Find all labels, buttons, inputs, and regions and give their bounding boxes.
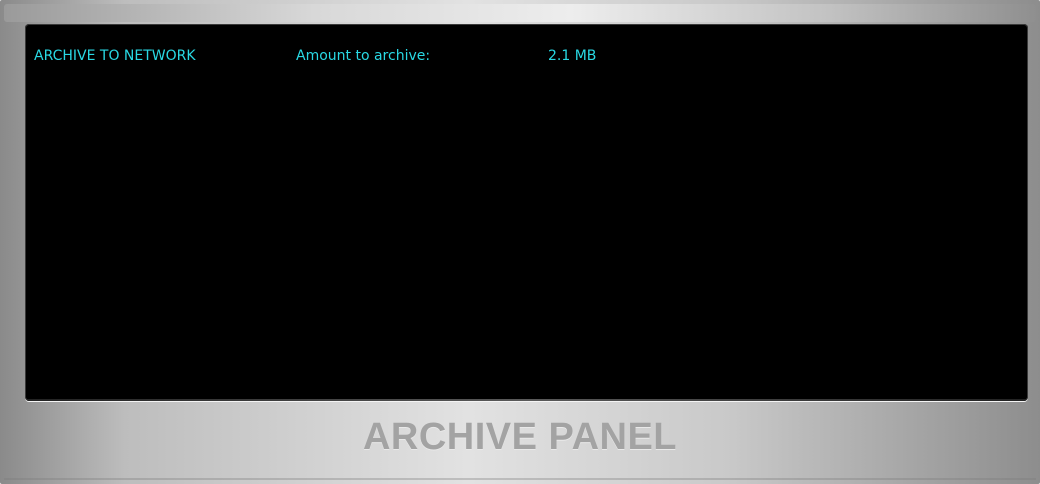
archive-display-screen [25,24,1028,401]
archive-to-network-title: ARCHIVE TO NETWORK [34,48,196,64]
archive-panel: ARCHIVE TO NETWORK Amount to archive: 2.… [0,0,1040,484]
archive-panel-label: ARCHIVE PANEL [362,416,678,458]
panel-bottom-edge [4,478,1036,480]
amount-to-archive-value: 2.1 MB [548,48,597,64]
amount-to-archive-label: Amount to archive: [296,48,431,64]
